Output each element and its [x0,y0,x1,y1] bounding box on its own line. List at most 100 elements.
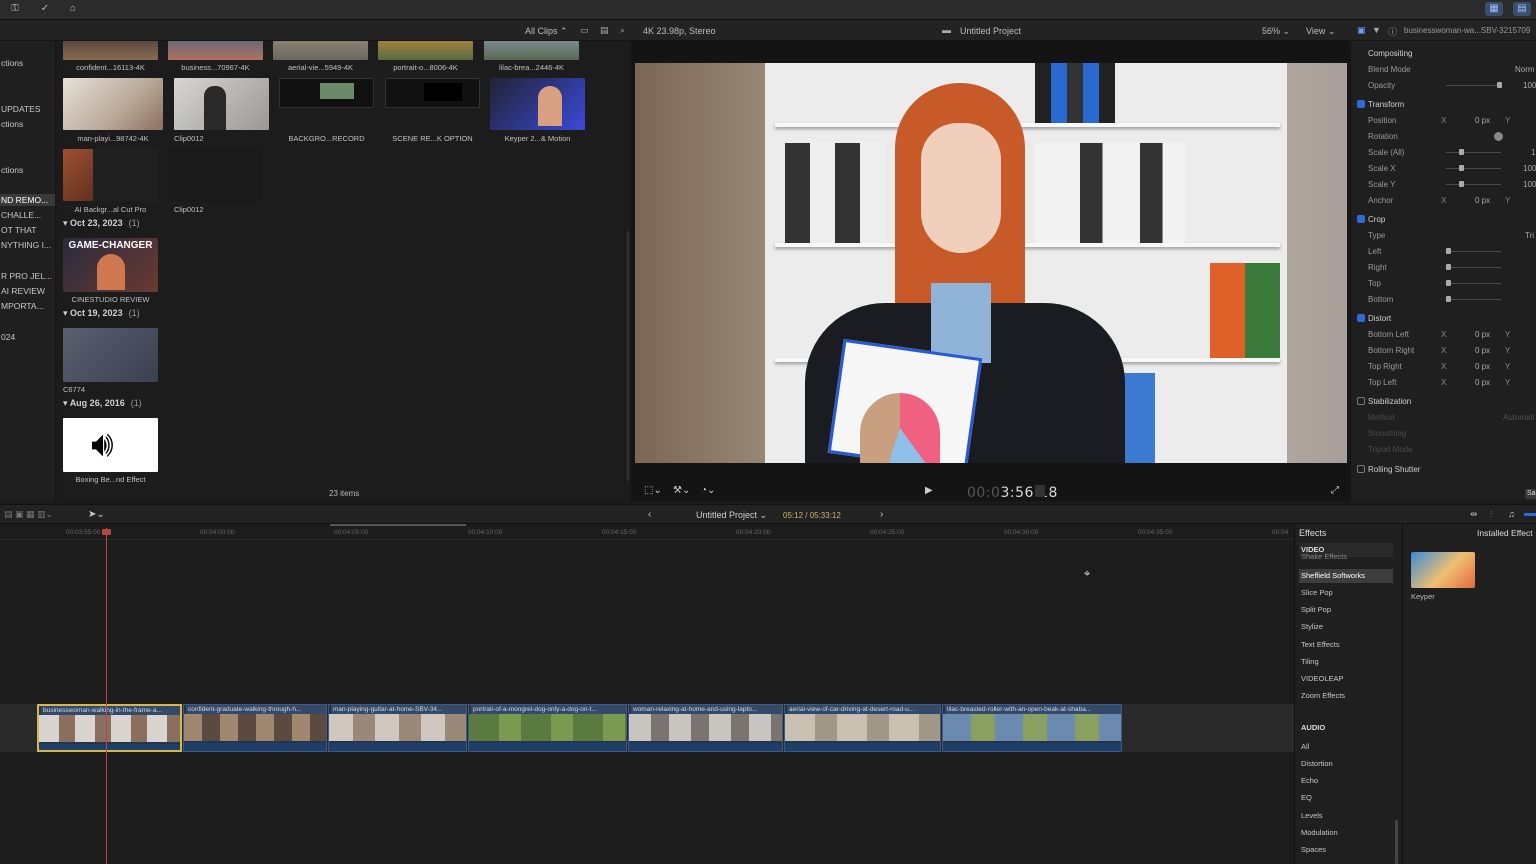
effect-category[interactable]: Shake Effects [1299,553,1393,561]
position-row[interactable]: Position X 0 px Y [1351,113,1536,127]
snapping-toggle[interactable] [1524,513,1536,516]
audio-category[interactable]: Spaces [1299,843,1393,857]
audio-category[interactable]: Modulation [1299,826,1393,840]
clip-thumbnail[interactable] [378,41,473,60]
playhead[interactable] [106,528,107,864]
play-icon[interactable]: ▶︎ [925,485,933,496]
date-group-header[interactable]: ▾ Aug 26, 2016 (1) [63,398,142,409]
clip-thumbnail[interactable] [168,41,263,60]
fullscreen-icon[interactable]: ⤢ [1331,485,1339,496]
top-right-row[interactable]: Top Right X 0 px Y [1351,359,1536,373]
timeline-clip[interactable]: confident-graduate-walking-through-h... [183,704,327,752]
filmstrip-icon[interactable]: ▭ [580,25,589,36]
edit-tools-icon[interactable]: ▤ ▣ ▦ ▥⌄ [4,509,53,520]
scale-y-row[interactable]: Scale Y 100 [1351,177,1536,191]
clip-thumbnail[interactable] [63,328,158,382]
transform-section[interactable]: Transform [1351,97,1536,111]
sidebar-item[interactable]: R PRO JEL... [0,270,55,282]
back-arrow-icon[interactable]: ‹ [648,509,651,520]
sidebar-item[interactable]: 024 [0,331,55,343]
clip-thumbnail[interactable] [484,41,579,60]
distort-section[interactable]: Distort [1351,311,1536,325]
rolling-shutter-section[interactable]: Rolling Shutter [1351,462,1536,476]
scale-x-row[interactable]: Scale X 100 [1351,161,1536,175]
transform-tool-icon[interactable]: ⬚⌄ [644,485,662,496]
audio-section-header[interactable]: AUDIO [1299,721,1393,735]
effect-category[interactable]: VIDEOLEAP [1299,672,1393,686]
audio-category[interactable]: All [1299,740,1393,754]
bottom-right-row[interactable]: Bottom Right X 0 px Y [1351,343,1536,357]
timeline-ruler[interactable]: 00:03:55:00 00:04:00:00 00:04:05:00 00:0… [0,524,1294,540]
audio-category[interactable]: Echo [1299,774,1393,788]
opacity-row[interactable]: Opacity 100 [1351,78,1536,92]
view-menu[interactable]: View ⌄ [1306,26,1335,37]
clip-thumbnail[interactable] [490,78,585,130]
crop-right-row[interactable]: Right [1351,260,1536,274]
info-icon[interactable]: ⓘ [1388,25,1397,38]
clip-filter-menu[interactable]: All Clips ⌃ [525,26,568,37]
sidebar-item[interactable]: ctions [0,118,55,130]
sidebar-item[interactable]: CHALLE... [0,209,55,221]
playhead-handle[interactable] [102,529,111,535]
sidebar-item[interactable]: ctions [0,57,55,69]
clip-thumbnail[interactable]: 🔊︎ [63,418,158,472]
sidebar-item-selected[interactable]: ND REMO... [0,194,55,206]
skimming-icon[interactable]: ⫶ [1490,509,1492,520]
clip-thumbnail[interactable] [174,78,269,130]
stabilization-section[interactable]: Stabilization [1351,394,1536,408]
clip-thumbnail[interactable] [63,41,158,60]
rotation-row[interactable]: Rotation [1351,129,1536,143]
panels-icon[interactable]: ▤ [1513,2,1531,16]
timeline-clip[interactable]: portrait-of-a-mongrel-dog-only-a-dog-on-… [468,704,627,752]
effect-category[interactable]: Split Pop [1299,603,1393,617]
magic-wand-icon[interactable]: ⚒⌄ [673,485,690,496]
checkmark-icon[interactable]: ✓ [36,2,54,16]
crop-bottom-row[interactable]: Bottom [1351,292,1536,306]
tag-icon[interactable]: ⌂ [64,2,82,16]
effect-category[interactable]: Tiling [1299,655,1393,669]
effect-category-selected[interactable]: Sheffield Softworks [1299,569,1393,583]
video-inspector-icon[interactable]: ▣ [1357,25,1366,36]
select-tool-icon[interactable]: ➤⌄ [88,509,105,520]
anchor-row[interactable]: Anchor X 0 px Y [1351,193,1536,207]
forward-arrow-icon[interactable]: › [880,509,883,520]
top-left-row[interactable]: Top Left X 0 px Y [1351,375,1536,389]
clip-thumbnail[interactable] [63,78,163,130]
crop-top-row[interactable]: Top [1351,276,1536,290]
sidebar-item[interactable]: UPDATES [0,103,55,115]
date-group-header[interactable]: ▾ Oct 19, 2023 (1) [63,308,140,319]
list-view-icon[interactable]: ▤ [600,25,609,36]
crop-type-row[interactable]: Type Tri [1351,228,1536,242]
crop-section[interactable]: Crop [1351,212,1536,226]
timeline-clip[interactable]: businesswoman-walking-in-the-frame-a... [37,704,182,752]
effects-scrollbar[interactable] [1395,820,1398,864]
rotation-dial[interactable] [1494,132,1503,141]
sidebar-item[interactable]: ctions [0,164,55,176]
effect-category[interactable]: Zoom Effects [1299,689,1393,703]
search-icon[interactable]: ⌕ [620,25,625,36]
clip-thumbnail[interactable] [385,78,480,108]
clip-thumbnail[interactable] [279,78,374,108]
filter-icon[interactable]: ▼ [1372,25,1381,35]
timeline-clip[interactable]: woman-relaxing-at-home-and-using-lapto..… [628,704,783,752]
effect-preset-thumbnail[interactable] [1411,552,1475,588]
clip-thumbnail[interactable]: GAME-CHANGER [63,238,158,292]
clip-thumbnail[interactable] [273,41,368,60]
effect-category[interactable]: Slice Pop [1299,586,1393,600]
waveform-icon[interactable]: ⇹ [1470,509,1478,520]
grid-view-icon[interactable]: ▦ [1485,2,1503,16]
bottom-left-row[interactable]: Bottom Left X 0 px Y [1351,327,1536,341]
browser-scrollbar[interactable] [627,231,629,481]
key-icon[interactable]: ⚿ [6,2,24,16]
clip-thumbnail[interactable] [63,149,158,201]
save-preset-button[interactable]: Sa [1525,489,1536,499]
headphones-icon[interactable]: ♫ [1508,509,1515,519]
sidebar-item[interactable]: OT THAT [0,224,55,236]
timeline-area[interactable] [0,540,1294,864]
effect-category[interactable]: Stylize [1299,620,1393,634]
timeline-project-menu[interactable]: Untitled Project ⌄ [696,510,767,521]
effect-category[interactable]: Text Effects [1299,638,1393,652]
audio-category[interactable]: EQ [1299,791,1393,805]
audio-category[interactable]: Levels [1299,809,1393,823]
speed-icon[interactable]: ◔⌄ [701,485,715,496]
